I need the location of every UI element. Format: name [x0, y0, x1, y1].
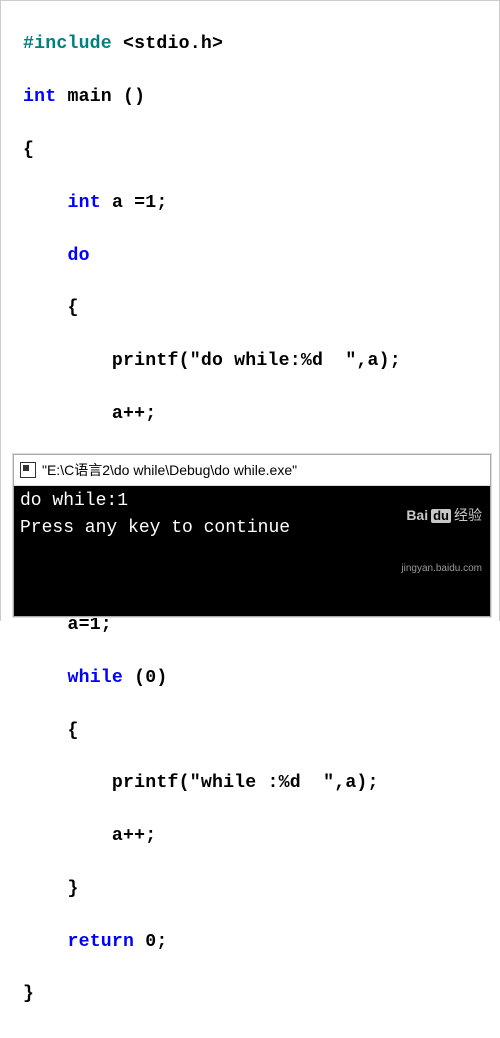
- kw-int: int: [23, 87, 56, 107]
- console-window: "E:\C语言2\do while\Debug\do while.exe" do…: [13, 454, 491, 617]
- output-line-1: do while:1: [20, 491, 128, 511]
- watermark: Baidu 经验 jingyan.baidu.com: [401, 469, 482, 614]
- kw-do: do: [67, 246, 89, 266]
- output-line-2: Press any key to continue: [20, 518, 290, 538]
- app-icon: [20, 462, 36, 478]
- kw-return: return: [67, 932, 134, 952]
- console-output[interactable]: do while:1 Press any key to continue Bai…: [14, 486, 490, 616]
- window-title: "E:\C语言2\do while\Debug\do while.exe": [42, 460, 297, 480]
- preproc-include: #include: [23, 34, 112, 54]
- console-titlebar[interactable]: "E:\C语言2\do while\Debug\do while.exe": [14, 455, 490, 486]
